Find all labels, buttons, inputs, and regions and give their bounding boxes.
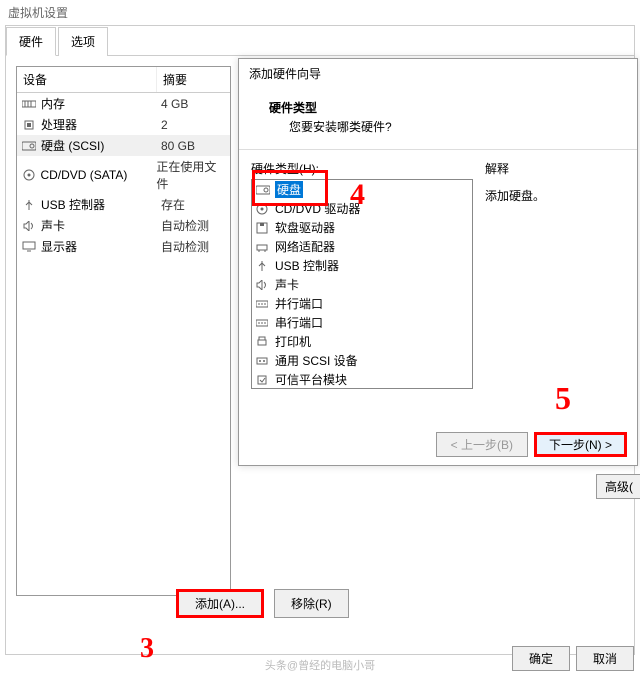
- hardware-item[interactable]: 打印机: [252, 332, 472, 351]
- memory-icon: [21, 98, 37, 110]
- sound-icon: [21, 220, 37, 232]
- hardware-item-label: 通用 SCSI 设备: [275, 352, 358, 369]
- hardware-item-label: USB 控制器: [275, 257, 339, 274]
- hardware-item-label: 打印机: [275, 333, 311, 350]
- usb-icon: [256, 260, 272, 272]
- cd-icon: [256, 203, 272, 215]
- explain-label: 解释: [485, 160, 625, 177]
- hardware-item-label: 网络适配器: [275, 238, 335, 255]
- cpu-icon: [21, 119, 37, 131]
- tpm-icon: [256, 374, 272, 386]
- scsi-icon: [256, 356, 272, 366]
- device-row[interactable]: 硬盘 (SCSI) 80 GB: [17, 135, 230, 156]
- wizard-title: 添加硬件向导: [239, 59, 637, 89]
- display-icon: [21, 241, 37, 253]
- disk-icon: [256, 185, 272, 195]
- ok-button[interactable]: 确定: [512, 646, 570, 671]
- header-summary: 摘要: [157, 67, 193, 92]
- tabs: 硬件 选项: [6, 26, 634, 56]
- printer-icon: [256, 336, 272, 347]
- hardware-item[interactable]: 可信平台模块: [252, 370, 472, 389]
- hardware-item[interactable]: 并行端口: [252, 294, 472, 313]
- hardware-item-label: 硬盘: [275, 181, 303, 198]
- hardware-item[interactable]: 软盘驱动器: [252, 218, 472, 237]
- next-button[interactable]: 下一步(N) >: [534, 432, 627, 457]
- usb-icon: [21, 199, 37, 211]
- add-hardware-wizard: 添加硬件向导 硬件类型 您要安装哪类硬件? 硬件类型(H): 硬盘 CD/DVD …: [238, 58, 638, 466]
- device-row[interactable]: 内存 4 GB: [17, 93, 230, 114]
- device-row[interactable]: 声卡 自动检测: [17, 215, 230, 236]
- tab-options[interactable]: 选项: [58, 27, 108, 56]
- window-title: 虚拟机设置: [0, 0, 640, 25]
- device-name: 内存: [41, 95, 161, 112]
- remove-button[interactable]: 移除(R): [274, 589, 349, 618]
- cancel-button[interactable]: 取消: [576, 646, 634, 671]
- device-value: 4 GB: [161, 97, 188, 111]
- hardware-item[interactable]: 声卡: [252, 275, 472, 294]
- hardware-item-label: 可信平台模块: [275, 371, 347, 388]
- device-name: 硬盘 (SCSI): [41, 137, 161, 154]
- hardware-item[interactable]: 网络适配器: [252, 237, 472, 256]
- hardware-item[interactable]: 通用 SCSI 设备: [252, 351, 472, 370]
- device-row[interactable]: 显示器 自动检测: [17, 236, 230, 257]
- device-list: 设备 摘要 内存 4 GB 处理器 2 硬盘 (SCSI) 80 GB CD/D…: [16, 66, 231, 596]
- hardware-item[interactable]: 串行端口: [252, 313, 472, 332]
- watermark: 头条@曾经的电脑小哥: [265, 657, 375, 673]
- cd-icon: [21, 169, 36, 181]
- hardware-item-label: 软盘驱动器: [275, 219, 335, 236]
- device-value: 自动检测: [161, 217, 209, 234]
- wizard-heading: 硬件类型: [269, 101, 317, 115]
- header-device: 设备: [17, 67, 157, 92]
- disk-icon: [21, 140, 37, 152]
- annotation-5: 5: [555, 380, 571, 417]
- device-value: 2: [161, 118, 168, 132]
- port-icon: [256, 319, 272, 327]
- device-name: 声卡: [41, 217, 161, 234]
- hardware-item-label: 声卡: [275, 276, 299, 293]
- device-name: 处理器: [41, 116, 161, 133]
- hardware-item-label: 并行端口: [275, 295, 323, 312]
- device-row[interactable]: USB 控制器 存在: [17, 194, 230, 215]
- device-value: 80 GB: [161, 139, 195, 153]
- back-button: < 上一步(B): [436, 432, 528, 457]
- device-row[interactable]: 处理器 2: [17, 114, 230, 135]
- port-icon: [256, 300, 272, 308]
- annotation-4: 4: [350, 178, 365, 212]
- wizard-question: 您要安装哪类硬件?: [289, 118, 617, 135]
- hardware-item-label: 串行端口: [275, 314, 323, 331]
- hardware-item-label: CD/DVD 驱动器: [275, 200, 360, 217]
- annotation-3: 3: [140, 633, 154, 665]
- device-value: 存在: [161, 196, 185, 213]
- net-icon: [256, 241, 272, 253]
- explain-text: 添加硬盘。: [485, 187, 625, 204]
- device-name: USB 控制器: [41, 196, 161, 213]
- device-name: 显示器: [41, 238, 161, 255]
- tab-hardware[interactable]: 硬件: [6, 27, 56, 56]
- advanced-button[interactable]: 高级(: [596, 474, 640, 499]
- sound-icon: [256, 280, 272, 290]
- hardware-type-label: 硬件类型(H):: [251, 160, 473, 177]
- add-button[interactable]: 添加(A)...: [176, 589, 264, 618]
- device-value: 正在使用文件: [156, 158, 226, 192]
- device-name: CD/DVD (SATA): [40, 168, 156, 182]
- hardware-item[interactable]: USB 控制器: [252, 256, 472, 275]
- floppy-icon: [256, 222, 272, 234]
- device-row[interactable]: CD/DVD (SATA) 正在使用文件: [17, 156, 230, 194]
- device-value: 自动检测: [161, 238, 209, 255]
